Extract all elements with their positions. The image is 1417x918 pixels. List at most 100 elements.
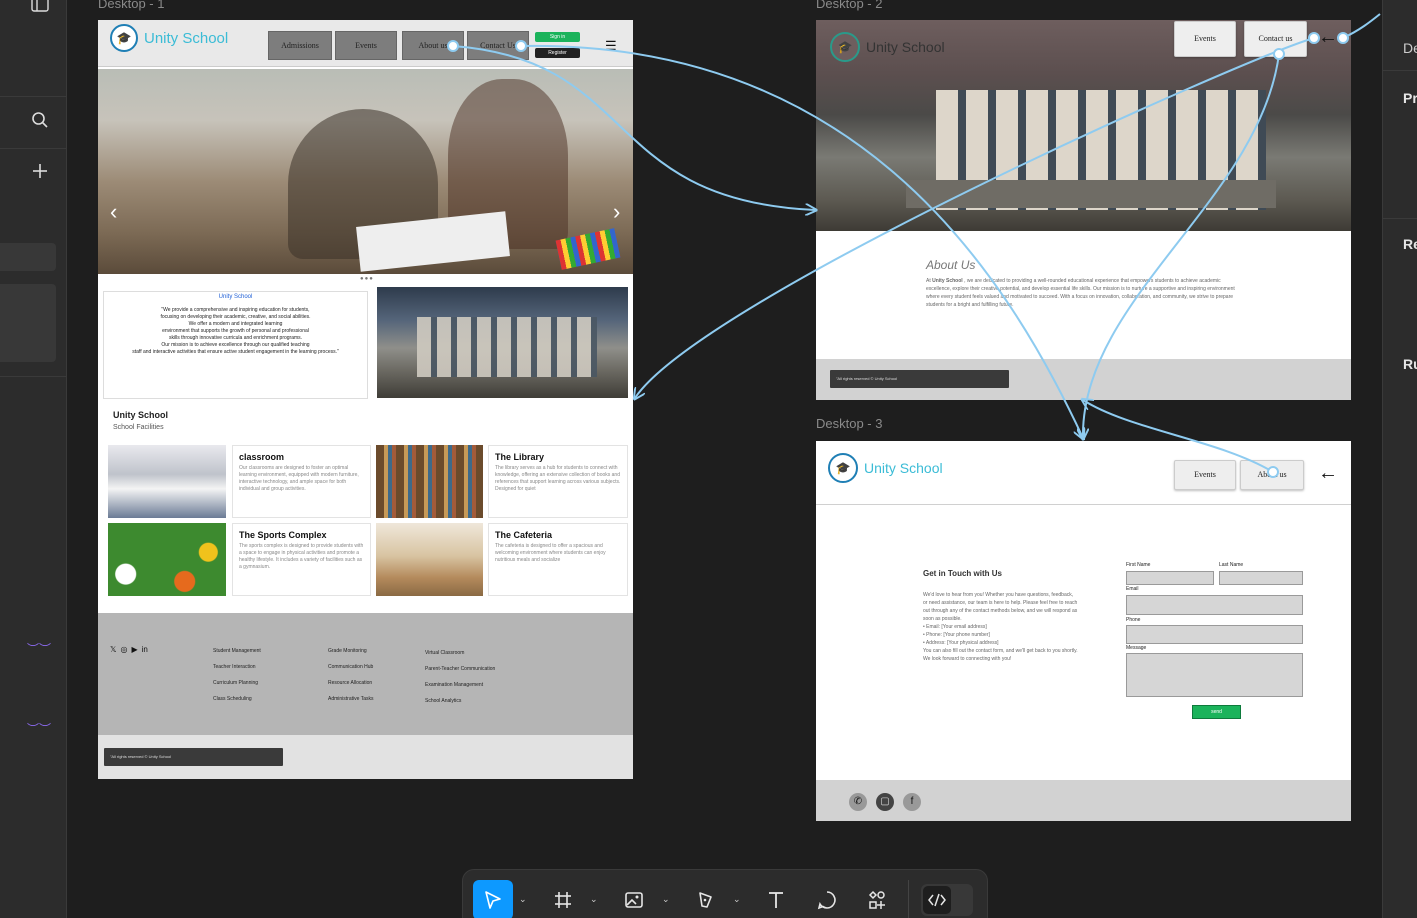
mission-line: We offer a modern and integrated learnin…	[188, 321, 283, 327]
carousel-dots[interactable]: ●●●	[360, 276, 374, 282]
desktop-3-frame[interactable]: 🎓 Unity School Events About us ← Get in …	[816, 441, 1351, 821]
facebook-icon[interactable]: f	[903, 793, 921, 811]
hidden-eye-icon[interactable]: ︶︶	[27, 640, 51, 657]
back-arrow-icon[interactable]: ←	[1318, 462, 1338, 485]
phone-icon[interactable]: ✆	[849, 793, 867, 811]
message-field[interactable]	[1126, 653, 1303, 697]
chat-icon[interactable]: ▢	[876, 793, 894, 811]
facility-body: Our classrooms are designed to foster an…	[239, 465, 359, 492]
message-label: Message	[1126, 645, 1147, 651]
nav-about-button[interactable]: About us	[1240, 460, 1304, 490]
carousel-prev-icon[interactable]: ‹	[110, 199, 117, 225]
chevron-down-icon[interactable]: ⌄	[590, 894, 598, 905]
instagram-icon[interactable]: ◎	[120, 645, 127, 654]
menu-icon[interactable]: ☰	[605, 38, 623, 54]
layer-row[interactable]	[0, 243, 56, 271]
contact-title: Get in Touch with Us	[923, 569, 1002, 578]
footer-link[interactable]: Resource Allocation	[328, 675, 373, 691]
desktop-1-frame[interactable]: 🎓 Unity School Admissions Events About u…	[98, 20, 633, 779]
frame-title[interactable]: Desktop - 2	[816, 0, 882, 11]
chevron-down-icon[interactable]: ⌄	[519, 894, 527, 905]
facilities-subtitle: School Facilities	[113, 424, 164, 431]
footer-link[interactable]: Grade Monitoring	[328, 643, 373, 659]
footer-link[interactable]: Teacher Interaction	[213, 659, 261, 675]
facility-body: The cafeteria is designed to offer a spa…	[495, 543, 606, 563]
footer-link[interactable]: Class Scheduling	[213, 691, 261, 707]
sidebar-toggle-icon[interactable]	[26, 0, 54, 18]
frame-title[interactable]: Desktop - 1	[98, 0, 164, 11]
footer-link[interactable]: School Analytics	[425, 693, 495, 709]
move-tool-icon[interactable]	[473, 880, 513, 918]
first-name-field[interactable]	[1126, 571, 1214, 585]
sports-image	[108, 523, 226, 596]
facility-title: The Cafeteria	[495, 530, 553, 540]
footer-link[interactable]: Examination Management	[425, 677, 495, 693]
footer-link[interactable]: Administrative Tasks	[328, 691, 373, 707]
panel-run-heading: Ru	[1403, 356, 1417, 372]
brand-name: Unity School	[866, 39, 945, 55]
contact-item: • Email: [Your email address]	[923, 624, 987, 630]
nav-contact-button[interactable]: Contact us	[1244, 21, 1307, 57]
logo[interactable]: 🎓 Unity School	[828, 453, 943, 483]
layer-row[interactable]	[0, 284, 56, 362]
back-arrow-icon[interactable]: ←	[1318, 26, 1338, 49]
chevron-down-icon[interactable]: ⌄	[662, 894, 670, 905]
facility-card-classroom: classroom Our classrooms are designed to…	[232, 445, 371, 518]
footer-links: Virtual Classroom Parent-Teacher Communi…	[425, 645, 495, 709]
register-button[interactable]: Register	[535, 48, 580, 58]
desktop-2-frame[interactable]: 🎓 Unity School Events Contact us ← About…	[816, 20, 1351, 400]
footer-link[interactable]: Curriculum Planning	[213, 675, 261, 691]
nav-about-button[interactable]: About us	[402, 31, 464, 60]
linkedin-icon[interactable]: in	[142, 645, 148, 654]
footer-links: Student Management Teacher Interaction C…	[213, 643, 261, 707]
footer-link[interactable]: Parent-Teacher Communication	[425, 661, 495, 677]
nav-events-button[interactable]: Events	[1174, 460, 1236, 490]
comment-tool-icon[interactable]	[807, 880, 847, 918]
footer	[816, 780, 1351, 821]
footer-links: Grade Monitoring Communication Hub Resou…	[328, 643, 373, 707]
facility-body: The sports complex is designed to provid…	[239, 543, 364, 570]
frame-tool-icon[interactable]	[543, 880, 583, 918]
x-icon[interactable]: 𝕏	[110, 645, 116, 654]
mission-title: Unity School	[218, 294, 253, 300]
facilities-title: Unity School	[113, 410, 169, 420]
email-field[interactable]	[1126, 595, 1303, 615]
sign-in-button[interactable]: Sign in	[535, 32, 580, 42]
components-tool-icon[interactable]	[857, 880, 897, 918]
chevron-down-icon[interactable]: ⌄	[733, 894, 741, 905]
footer: 𝕏 ◎ ▶ in Student Management Teacher Inte…	[98, 613, 633, 779]
facility-title: The Sports Complex	[239, 530, 327, 540]
send-button[interactable]: send	[1192, 705, 1241, 719]
search-icon[interactable]	[26, 106, 54, 134]
nav-admissions-button[interactable]: Admissions	[268, 31, 332, 60]
footer-link[interactable]: Communication Hub	[328, 659, 373, 675]
pen-tool-icon[interactable]	[686, 880, 726, 918]
school-logo-icon: 🎓	[110, 24, 138, 52]
last-name-field[interactable]	[1219, 571, 1303, 585]
facility-card-sports: The Sports Complex The sports complex is…	[232, 523, 371, 596]
add-icon[interactable]	[26, 157, 54, 185]
hidden-eye-icon[interactable]: ︶︶	[27, 720, 51, 737]
dev-mode-toggle[interactable]	[921, 884, 973, 916]
phone-field[interactable]	[1126, 625, 1303, 644]
facility-body: The library serves as a hub for students…	[495, 465, 621, 492]
facility-title: The Library	[495, 452, 545, 462]
youtube-icon[interactable]: ▶	[131, 645, 137, 654]
logo[interactable]: 🎓 Unity School	[110, 24, 228, 52]
footer-link[interactable]: Virtual Classroom	[425, 645, 495, 661]
nav-events-button[interactable]: Events	[1174, 21, 1236, 57]
footer-link[interactable]: Student Management	[213, 643, 261, 659]
image-tool-icon[interactable]	[614, 880, 654, 918]
copyright-bar: "All rights reserved © Unity School	[830, 370, 1009, 388]
classroom-image	[108, 445, 226, 518]
facility-card-library: The Library The library serves as a hub …	[488, 445, 628, 518]
frame-title[interactable]: Desktop - 3	[816, 416, 882, 431]
carousel-next-icon[interactable]: ›	[613, 199, 620, 225]
last-name-label: Last Name	[1219, 562, 1244, 568]
school-logo-icon: 🎓	[830, 32, 860, 62]
nav-events-button[interactable]: Events	[335, 31, 397, 60]
text-tool-icon[interactable]	[756, 880, 796, 918]
logo[interactable]: 🎓 Unity School	[830, 32, 945, 62]
panel-design-tab[interactable]: De	[1403, 40, 1417, 56]
nav-contact-button[interactable]: Contact Us	[467, 31, 529, 60]
